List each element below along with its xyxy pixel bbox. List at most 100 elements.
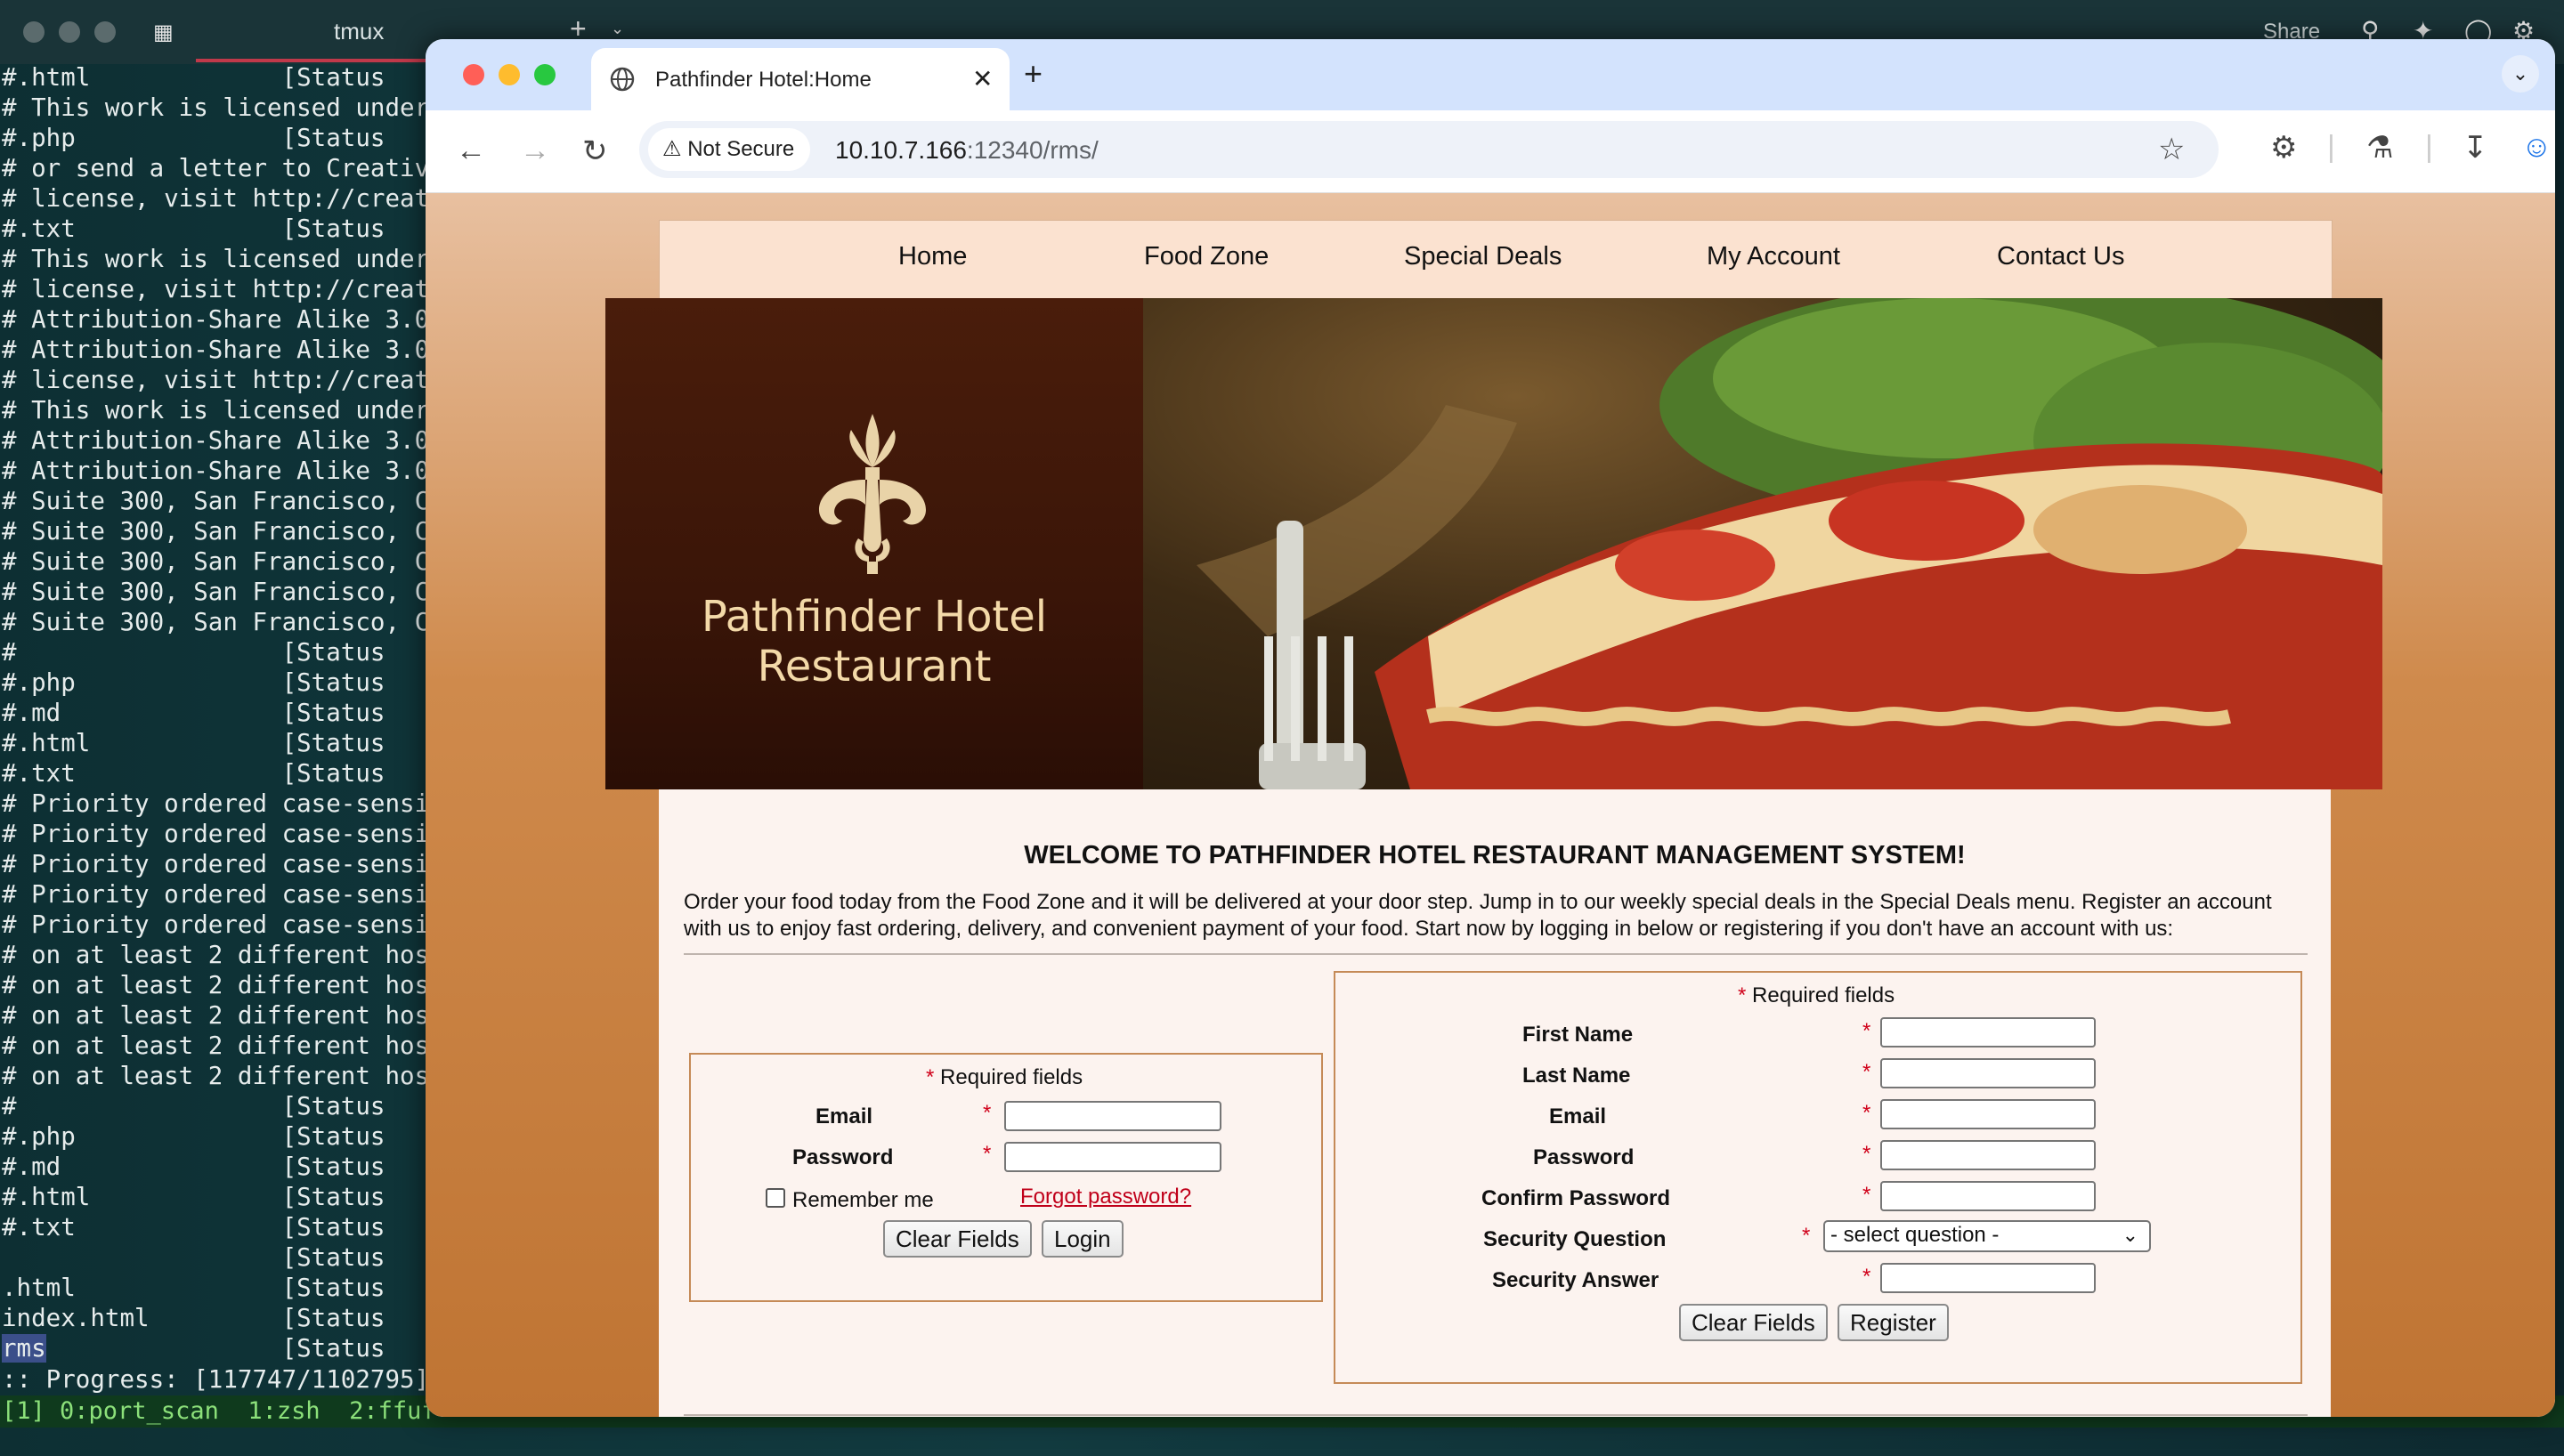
security-answer-input[interactable] bbox=[1880, 1263, 2096, 1293]
required-star: * bbox=[1862, 1101, 1871, 1125]
terminal-line: index.html [Status bbox=[2, 1304, 385, 1332]
login-email-input[interactable] bbox=[1004, 1101, 1221, 1131]
url-text[interactable]: 10.10.7.166:12340/rms/ bbox=[835, 136, 1099, 165]
reload-icon[interactable]: ↻ bbox=[582, 133, 608, 169]
tab-active[interactable]: Pathfinder Hotel:Home ✕ bbox=[591, 48, 1010, 110]
extensions-icon[interactable]: ⚙ bbox=[2270, 130, 2297, 166]
browser-toolbar: ← → ↻ ⚠ Not Secure 10.10.7.166:12340/rms… bbox=[426, 110, 2555, 193]
password-label: Password bbox=[1533, 1145, 1635, 1169]
register-clear-fields-button[interactable]: Clear Fields bbox=[1679, 1304, 1828, 1341]
terminal-line: # Attribution-Share Alike 3.0 bbox=[2, 336, 427, 364]
terminal-progress: :: Progress: [117747/1102795] bbox=[2, 1365, 430, 1394]
terminal-line: #.php [Status bbox=[2, 1122, 385, 1151]
login-password-input[interactable] bbox=[1004, 1142, 1221, 1172]
close-dot[interactable] bbox=[23, 21, 45, 43]
terminal-line: [Status bbox=[2, 1243, 385, 1272]
back-icon[interactable]: ← bbox=[456, 133, 486, 168]
terminal-line: # license, visit http://creati bbox=[2, 275, 427, 303]
lasagna-image bbox=[1197, 298, 2382, 789]
security-chip[interactable]: ⚠ Not Secure bbox=[648, 128, 811, 171]
terminal-line: # on at least 2 different host bbox=[2, 971, 427, 999]
terminal-line: #.txt [Status bbox=[2, 1213, 385, 1242]
intro-text: Order your food today from the Food Zone… bbox=[684, 890, 2272, 941]
nav-contact-us[interactable]: Contact Us bbox=[1997, 242, 2124, 271]
chevron-down-icon[interactable]: ⌄ bbox=[611, 20, 624, 38]
forward-icon[interactable]: → bbox=[520, 133, 550, 168]
security-label: Not Secure bbox=[687, 137, 795, 161]
last-name-input[interactable] bbox=[1880, 1058, 2096, 1088]
terminal-line: # Priority ordered case-sensit bbox=[2, 880, 427, 909]
tab-strip: Pathfinder Hotel:Home ✕ + ⌄ bbox=[426, 39, 2555, 110]
chevron-down-icon: ⌄ bbox=[2122, 1224, 2138, 1246]
remember-me-checkbox[interactable] bbox=[766, 1188, 785, 1208]
terminal-line: # license, visit http://creati bbox=[2, 366, 427, 394]
download-icon[interactable]: ↧ bbox=[2463, 130, 2488, 166]
terminal-line: # or send a letter to Creative bbox=[2, 154, 427, 182]
terminal-line: # on at least 2 different host bbox=[2, 1031, 427, 1060]
required-note: * Required fields bbox=[926, 1065, 1083, 1090]
security-question-select[interactable]: - select question - ⌄ bbox=[1823, 1220, 2151, 1252]
required-text: Required fields bbox=[940, 1065, 1083, 1089]
required-star: * bbox=[1862, 1265, 1871, 1289]
brand-line-1: Pathfinder Hotel bbox=[701, 592, 1048, 642]
terminal-line: rms [Status bbox=[2, 1334, 385, 1363]
divider bbox=[684, 953, 2308, 955]
sidebar-icon[interactable]: ▦ bbox=[153, 20, 180, 44]
tmux-window-list[interactable]: [1] 0:port_scan 1:zsh 2:ffuf bbox=[2, 1397, 436, 1425]
required-star: * bbox=[1862, 1060, 1871, 1084]
login-button[interactable]: Login bbox=[1042, 1220, 1124, 1258]
chevron-down-icon[interactable]: ⌄ bbox=[2502, 55, 2539, 93]
required-text: Required fields bbox=[1752, 983, 1895, 1007]
separator: | bbox=[2327, 130, 2335, 164]
nav-home[interactable]: Home bbox=[898, 242, 967, 271]
security-question-label: Security Question bbox=[1483, 1227, 1667, 1251]
terminal-line: # This work is licensed under bbox=[2, 396, 427, 425]
select-value: - select question - bbox=[1830, 1223, 2000, 1247]
required-star: * bbox=[1862, 1019, 1871, 1043]
terminal-line: # Priority ordered case-sensit bbox=[2, 789, 427, 818]
profile-icon[interactable]: ☺ bbox=[2521, 130, 2552, 165]
terminal-line: # This work is licensed under bbox=[2, 93, 427, 122]
confirm-password-input[interactable] bbox=[1880, 1181, 2096, 1211]
terminal-line: # This work is licensed under bbox=[2, 245, 427, 273]
nav-food-zone[interactable]: Food Zone bbox=[1144, 242, 1269, 271]
required-star: * bbox=[983, 1101, 992, 1125]
terminal-line: #.php [Status bbox=[2, 668, 385, 697]
content-panel: WELCOME TO PATHFINDER HOTEL RESTAURANT M… bbox=[659, 789, 2331, 1417]
terminal-line: # Suite 300, San Francisco, Ca bbox=[2, 547, 427, 576]
register-email-input[interactable] bbox=[1880, 1099, 2096, 1129]
page-title: WELCOME TO PATHFINDER HOTEL RESTAURANT M… bbox=[1024, 841, 1966, 870]
forgot-password-link[interactable]: Forgot password? bbox=[1020, 1185, 1191, 1209]
terminal-line: # Suite 300, San Francisco, Ca bbox=[2, 608, 427, 636]
minimize-dot[interactable] bbox=[59, 21, 80, 43]
labs-flask-icon[interactable]: ⚗ bbox=[2366, 130, 2393, 166]
close-icon[interactable]: ✕ bbox=[972, 64, 993, 93]
new-tab-icon[interactable]: + bbox=[1024, 55, 1043, 93]
nav-special-deals[interactable]: Special Deals bbox=[1404, 242, 1562, 271]
bookmark-star-icon[interactable]: ☆ bbox=[2158, 132, 2185, 167]
site-banner: Pathfinder Hotel Restaurant bbox=[605, 298, 2382, 789]
login-clear-fields-button[interactable]: Clear Fields bbox=[883, 1220, 1032, 1258]
terminal-line: #.md [Status bbox=[2, 699, 385, 727]
terminal-line: #.html [Status bbox=[2, 729, 385, 757]
minimize-dot[interactable] bbox=[499, 64, 520, 85]
address-bar[interactable]: ⚠ Not Secure 10.10.7.166:12340/rms/ ☆ bbox=[639, 121, 2219, 178]
terminal-line: # [Status bbox=[2, 1092, 385, 1120]
zoom-dot[interactable] bbox=[94, 21, 116, 43]
terminal-line: # on at least 2 different host bbox=[2, 941, 427, 969]
security-answer-label: Security Answer bbox=[1492, 1268, 1659, 1292]
login-form: * Required fields Email * Password * Rem… bbox=[689, 1053, 1323, 1302]
nav-my-account[interactable]: My Account bbox=[1707, 242, 1840, 271]
zoom-dot[interactable] bbox=[534, 64, 556, 85]
required-star: * bbox=[983, 1142, 992, 1166]
first-name-input[interactable] bbox=[1880, 1017, 2096, 1048]
url-host: 10.10.7.166 bbox=[835, 136, 967, 164]
terminal-line: # Priority ordered case-sensit bbox=[2, 850, 427, 878]
terminal-line: # Suite 300, San Francisco, Ca bbox=[2, 487, 427, 515]
close-dot[interactable] bbox=[463, 64, 484, 85]
email-label: Email bbox=[1549, 1104, 1607, 1128]
register-password-input[interactable] bbox=[1880, 1140, 2096, 1170]
register-button[interactable]: Register bbox=[1838, 1304, 1949, 1341]
required-star: * bbox=[1738, 983, 1753, 1007]
terminal-line: #.php [Status bbox=[2, 124, 385, 152]
